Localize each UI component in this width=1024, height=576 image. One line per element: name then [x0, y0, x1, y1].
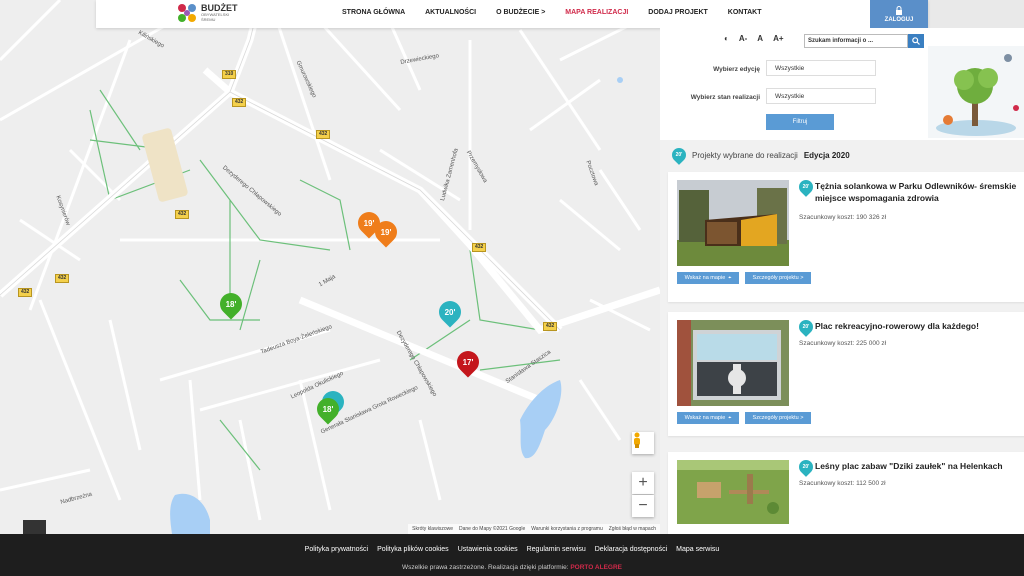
site-header: BUDŻET OBYWATELSKI ŚREMU STRONA GŁÓWNA A…	[96, 0, 928, 28]
map-footer-link[interactable]: Zgłoś błąd w mapach	[609, 526, 656, 532]
project-title[interactable]: Leśny plac zabaw "Dziki zaułek" na Helen…	[815, 460, 1020, 472]
search-button[interactable]	[908, 34, 924, 48]
pegman-icon[interactable]	[632, 432, 654, 454]
project-details-button[interactable]: Szczegóły projektu >	[745, 412, 811, 424]
project-details-button[interactable]: Szczegóły projektu >	[745, 272, 811, 284]
footer-link-cookies-policy[interactable]: Polityka plików cookies	[377, 546, 449, 553]
zoom-out-button[interactable]: −	[632, 495, 654, 517]
show-on-map-button[interactable]: Wskaż na mapie ⌖	[677, 272, 739, 284]
zoom-in-button[interactable]: +	[632, 472, 654, 494]
nav-news[interactable]: AKTUALNOŚCI	[425, 9, 476, 16]
status-select[interactable]: Wszystkie	[766, 88, 876, 104]
project-cost: Szacunkowy koszt: 190 326 zł	[799, 214, 887, 221]
road-number: 432	[175, 210, 190, 219]
login-label: ZALOGUJ	[884, 16, 914, 23]
login-button[interactable]: ZALOGUJ	[870, 0, 928, 28]
accessibility-tools: ◐ A- A A+	[724, 34, 784, 43]
copyright: Wszelkie prawa zastrzeżone. Realizacja d…	[0, 564, 1024, 571]
map-attribution: Skróty klawiszowe Dane do Mapy ©2021 Goo…	[408, 524, 660, 534]
map-marker[interactable]: 18'	[215, 288, 247, 320]
project-card: 20' Leśny plac zabaw "Dziki zaułek" na H…	[668, 452, 1024, 534]
footer-link-accessibility[interactable]: Deklaracja dostępności	[595, 546, 667, 553]
filter-box: ◐ A- A A+ Szukam informacji o ... Wybier…	[660, 28, 1024, 140]
nav-home[interactable]: STRONA GŁÓWNA	[342, 9, 405, 16]
map-footer-link[interactable]: Warunki korzystania z programu	[531, 526, 603, 532]
footer-link-terms[interactable]: Regulamin serwisu	[527, 546, 586, 553]
edition-badge: 20'	[796, 177, 816, 197]
nav-add-project[interactable]: DODAJ PROJEKT	[648, 9, 708, 16]
copyright-text: Wszelkie prawa zastrzeżone. Realizacja d…	[401, 564, 569, 571]
edition-select[interactable]: Wszystkie	[766, 60, 876, 76]
pin-icon: ⌖	[728, 414, 732, 421]
contrast-icon[interactable]: ◐	[724, 34, 729, 43]
edition-badge: 20'	[796, 317, 816, 337]
project-title[interactable]: Plac rekreacyjno-rowerowy dla każdego!	[815, 320, 1020, 332]
search-input[interactable]: Szukam informacji o ...	[804, 34, 908, 48]
road-number: 432	[55, 274, 70, 283]
platform-link[interactable]: PORTO ALEGRE	[570, 564, 622, 571]
edition-badge: 20'	[796, 457, 816, 477]
footer-link-privacy[interactable]: Polityka prywatności	[305, 546, 368, 553]
logo-title: BUDŻET	[201, 3, 238, 13]
font-smaller-button[interactable]: A-	[739, 34, 747, 43]
road-number: 432	[232, 98, 247, 107]
pin-icon: ⌖	[728, 274, 732, 281]
map-roads	[0, 0, 660, 534]
road-number: 432	[472, 243, 487, 252]
lock-icon	[896, 5, 902, 15]
panel-heading: 20' Projekty wybrane do realizacji Edycj…	[669, 145, 850, 165]
nav-map[interactable]: MAPA REALIZACJI	[565, 9, 628, 16]
decorative-illustration	[928, 46, 1024, 138]
map-footer-text: Dane do Mapy ©2021 Google	[459, 526, 526, 532]
footer-link-cookie-settings[interactable]: Ustawienia cookies	[458, 546, 518, 553]
map-footer-link[interactable]: Skróty klawiszowe	[412, 526, 453, 532]
font-bigger-button[interactable]: A+	[773, 34, 783, 43]
map-marker[interactable]: 18'	[312, 393, 344, 425]
map-type-toggle[interactable]	[0, 520, 46, 534]
nav-contact[interactable]: KONTAKT	[728, 9, 762, 16]
nav-about[interactable]: O BUDŻECIE >	[496, 9, 545, 16]
project-cost: Szacunkowy koszt: 225 000 zł	[799, 340, 887, 347]
road-number: 432	[316, 130, 331, 139]
site-footer: Polityka prywatności Polityka plików coo…	[0, 534, 1024, 576]
project-card: 20' Plac rekreacyjno-rowerowy dla każdeg…	[668, 312, 1024, 436]
project-card: 20' Tężnia solankowa w Parku Odlewników-…	[668, 172, 1024, 302]
logo-icon	[176, 2, 198, 24]
road-number: 432	[18, 288, 33, 297]
project-image	[677, 320, 789, 406]
heading-edition: Edycja 2020	[803, 150, 850, 160]
map-marker[interactable]: 20'	[434, 296, 466, 328]
edition-badge: 20'	[669, 145, 689, 165]
map-marker[interactable]: 17'	[452, 346, 484, 378]
logo[interactable]: BUDŻET OBYWATELSKI ŚREMU	[176, 2, 238, 24]
edition-label: Wybierz edycję	[713, 66, 760, 73]
map-marker[interactable]: 19'	[370, 216, 402, 248]
filter-button[interactable]: Filtruj	[766, 114, 834, 130]
project-image	[677, 180, 789, 266]
project-image	[677, 460, 789, 524]
project-panel: ◐ A- A A+ Szukam informacji o ... Wybier…	[660, 28, 1024, 534]
project-title[interactable]: Tężnia solankowa w Parku Odlewników- śre…	[815, 180, 1020, 204]
footer-link-sitemap[interactable]: Mapa serwisu	[676, 546, 719, 553]
footer-links: Polityka prywatności Polityka plików coo…	[0, 546, 1024, 553]
search-icon	[912, 37, 920, 45]
road-number: 310	[222, 70, 237, 79]
project-cost: Szacunkowy koszt: 112 500 zł	[799, 480, 886, 487]
road-number: 432	[543, 322, 558, 331]
project-map[interactable]: Kilińskiego Dezyderego Chłapowskiego 1 M…	[0, 0, 660, 534]
show-on-map-button[interactable]: Wskaż na mapie ⌖	[677, 412, 739, 424]
status-label: Wybierz stan realizacji	[690, 94, 760, 101]
font-normal-button[interactable]: A	[757, 34, 763, 43]
main-nav: STRONA GŁÓWNA AKTUALNOŚCI O BUDŻECIE > M…	[342, 9, 782, 16]
heading-text: Projekty wybrane do realizacji	[692, 150, 798, 160]
logo-subtitle: ŚREMU	[201, 17, 216, 22]
